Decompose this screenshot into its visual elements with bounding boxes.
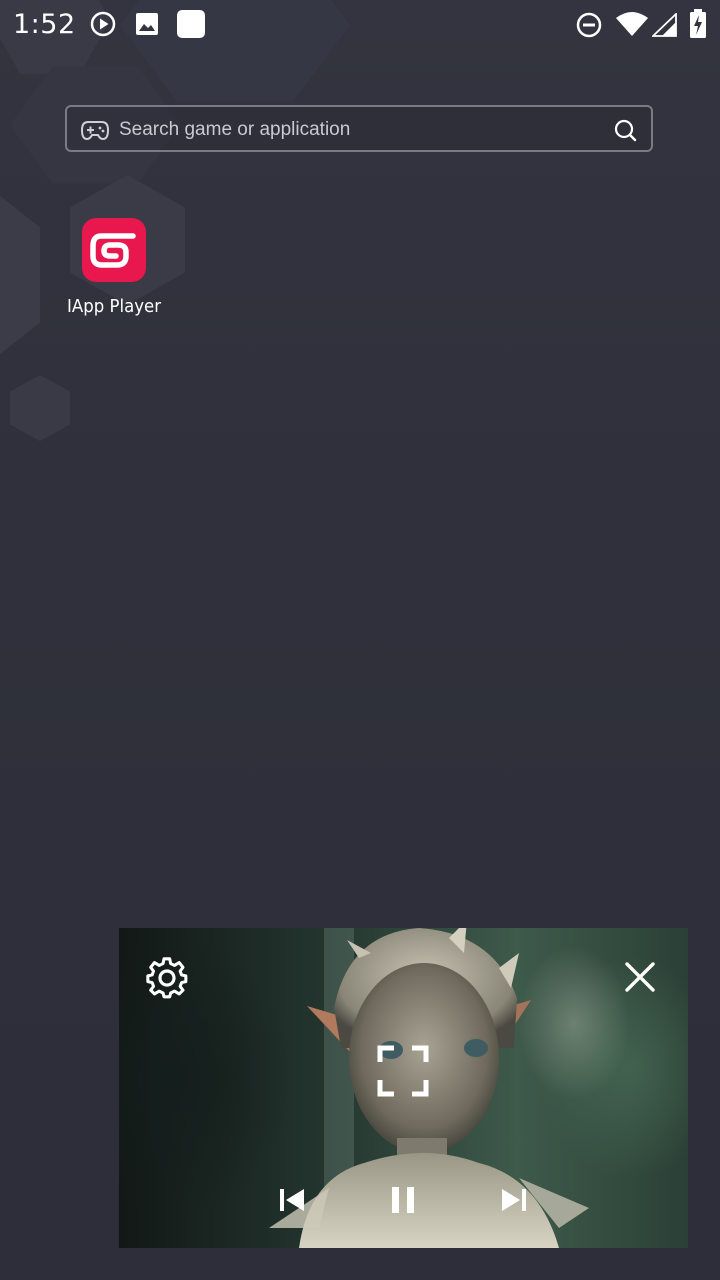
- signal-icon: [650, 11, 678, 42]
- status-time: 1:52: [13, 9, 76, 40]
- decorative-hexagon: [0, 180, 40, 370]
- gamepad-icon: [80, 119, 110, 146]
- settings-icon[interactable]: [145, 956, 189, 1005]
- pause-icon[interactable]: [389, 1185, 417, 1220]
- play-circle-icon: [90, 11, 116, 42]
- search-bar[interactable]: [65, 105, 653, 152]
- search-input[interactable]: [117, 115, 601, 145]
- skip-next-icon[interactable]: [500, 1186, 528, 1219]
- home-screen: 1:52 Search game or application IApp Pla…: [0, 0, 720, 1280]
- wifi-icon: [615, 12, 649, 43]
- status-bar: 1:52: [0, 0, 720, 50]
- app-square-icon: [176, 9, 206, 44]
- app-label: IApp Player: [66, 296, 162, 317]
- do-not-disturb-icon: [576, 12, 602, 43]
- iapp-player-logo-icon: [82, 218, 146, 282]
- floating-video-player[interactable]: [119, 928, 688, 1248]
- image-icon: [135, 12, 159, 41]
- battery-charging-icon: [689, 9, 707, 44]
- fullscreen-icon[interactable]: [377, 1045, 429, 1102]
- skip-previous-icon[interactable]: [278, 1186, 306, 1219]
- search-icon[interactable]: [613, 118, 637, 147]
- app-item-iapp-player[interactable]: IApp Player: [62, 216, 166, 317]
- close-icon[interactable]: [623, 960, 657, 999]
- decorative-hexagon: [10, 375, 70, 441]
